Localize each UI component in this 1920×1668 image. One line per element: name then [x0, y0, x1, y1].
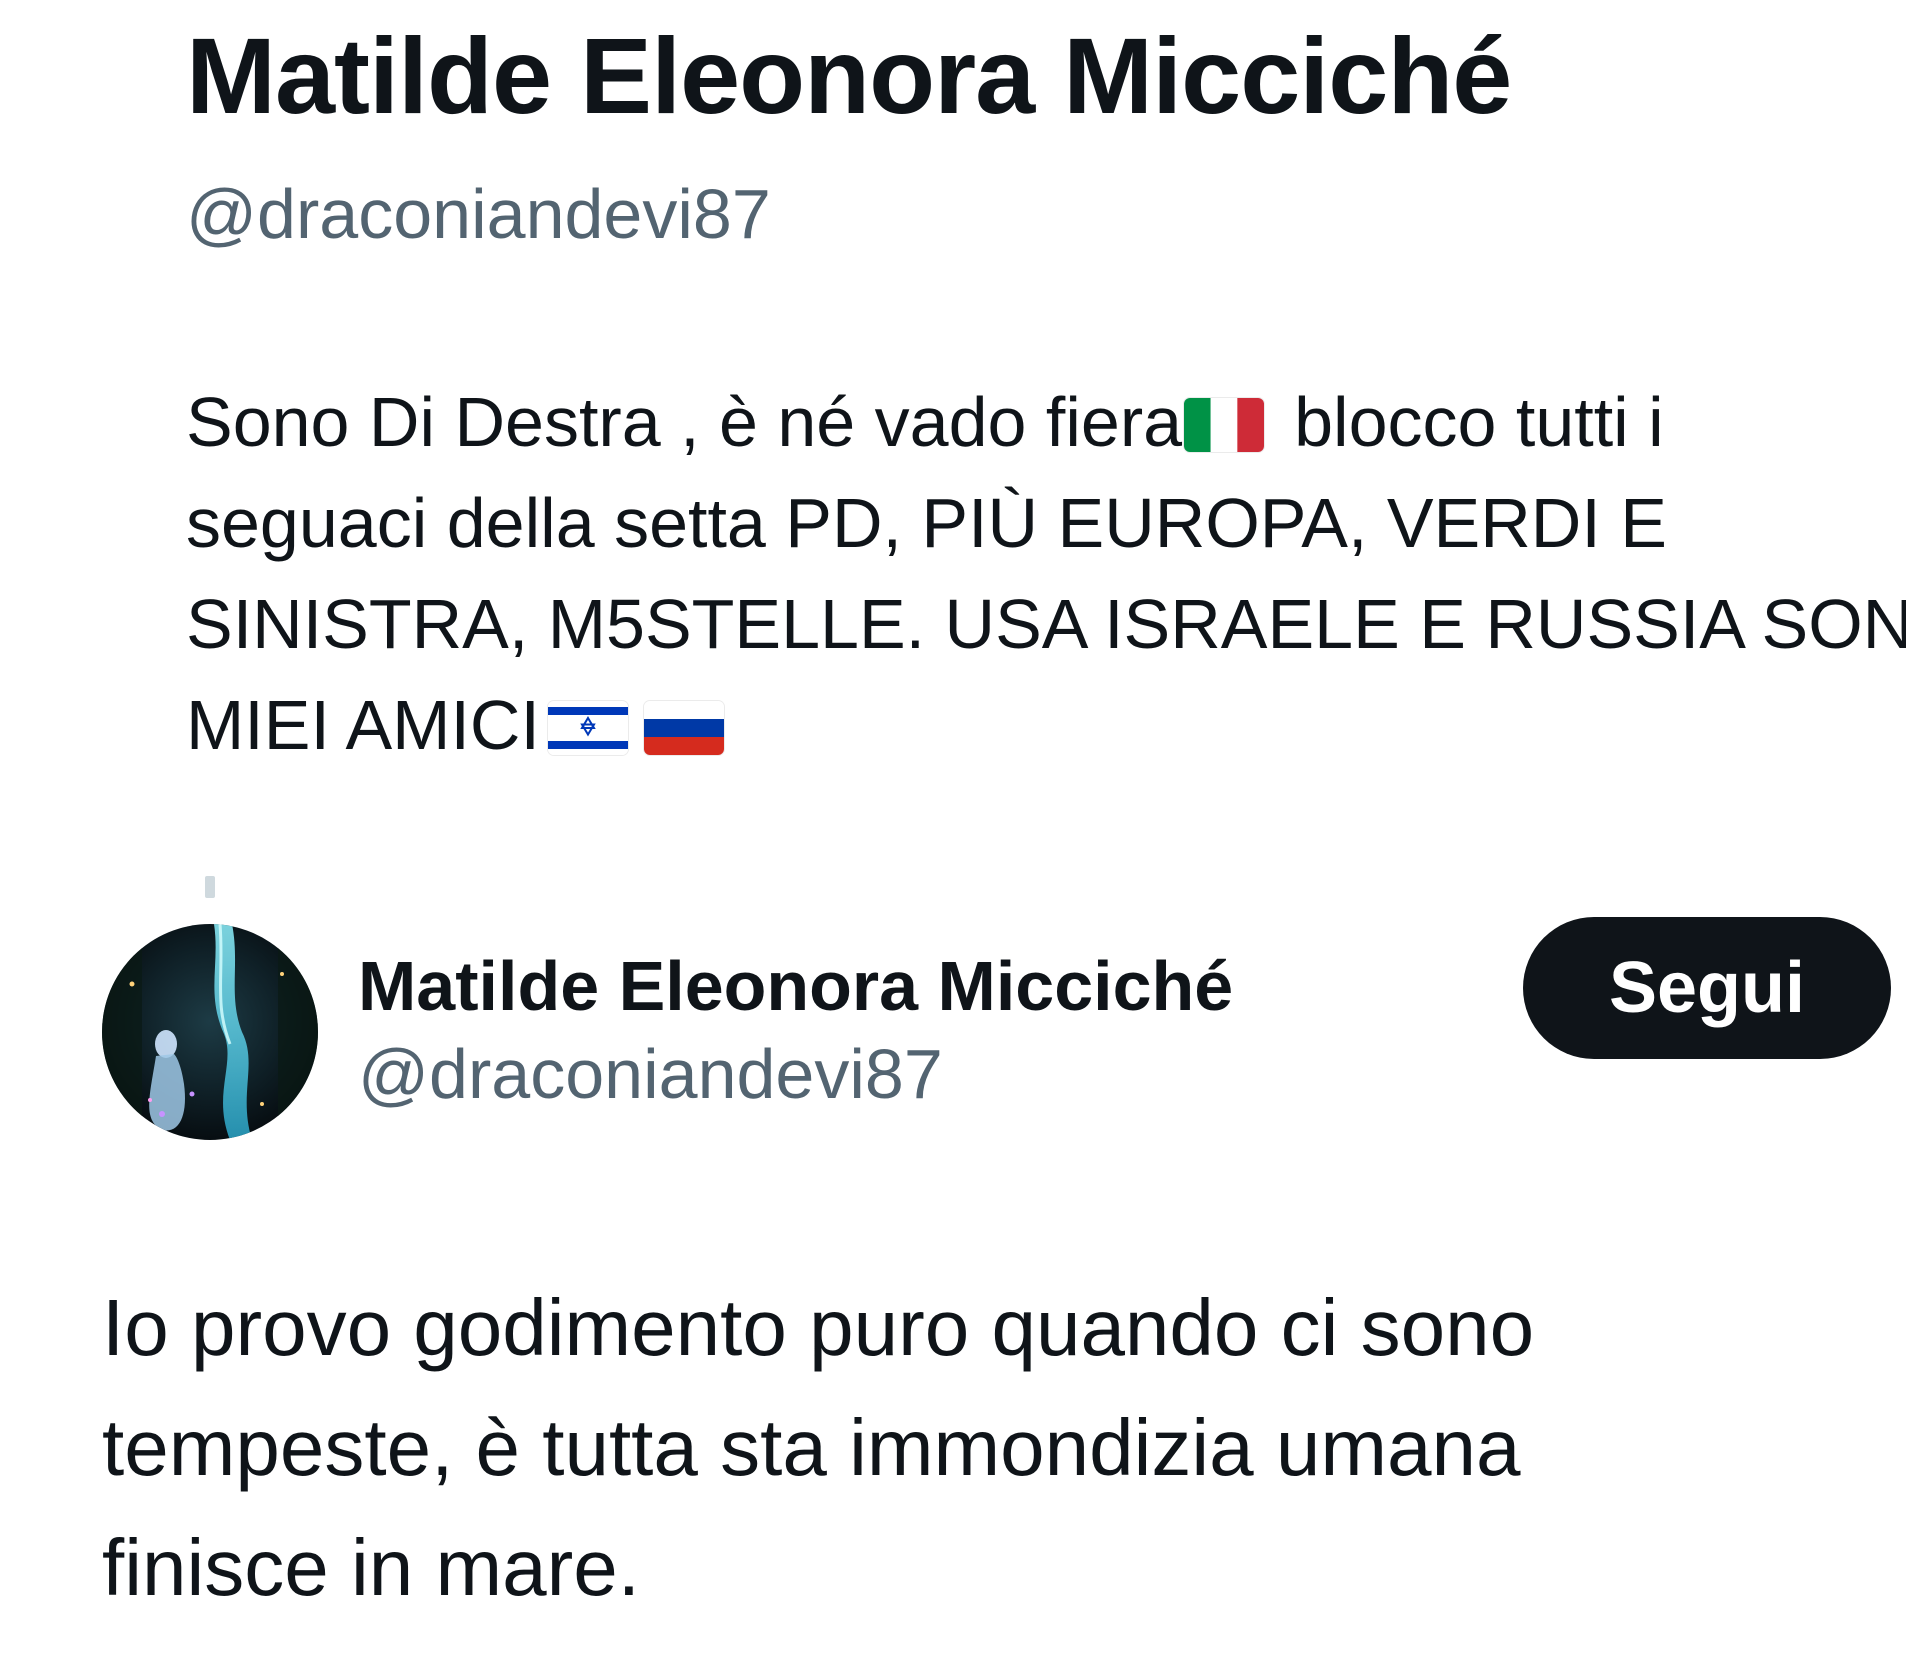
- flag-russia-icon: [643, 701, 724, 755]
- post-text-line: finisce in mare.: [102, 1523, 640, 1612]
- avatar[interactable]: [102, 924, 318, 1140]
- thread-connector: [205, 876, 215, 898]
- profile-handle[interactable]: @draconiandevi87: [186, 172, 771, 256]
- flag-israel-icon: [547, 701, 628, 755]
- post-text-line: Io provo godimento puro quando ci sono: [102, 1283, 1535, 1372]
- post-author-handle[interactable]: @draconiandevi87: [358, 1032, 943, 1116]
- bio-line-3: SINISTRA, M5STELLE. USA ISRAELE E RUSSIA…: [186, 574, 1906, 675]
- profile-bio: Sono Di Destra , è né vado fiera blocco t…: [186, 372, 1906, 776]
- flag-italy-icon: [1184, 398, 1265, 452]
- post-text: Io provo godimento puro quando ci sono t…: [102, 1268, 1882, 1628]
- bio-line-4: MIEI AMICI: [186, 675, 1906, 776]
- bio-line-2: seguaci della setta PD, PIÙ EUROPA, VERD…: [186, 473, 1906, 574]
- bio-text: Sono Di Destra , è né vado fiera: [186, 383, 1183, 461]
- post-text-line: tempeste, è tutta sta immondizia umana: [102, 1403, 1521, 1492]
- bio-text: seguaci della setta PD, PIÙ EUROPA, VERD…: [186, 484, 1667, 562]
- bio-line-1: Sono Di Destra , è né vado fiera blocco t…: [186, 372, 1906, 473]
- bio-text: blocco tutti i: [1294, 383, 1664, 461]
- post-author-name[interactable]: Matilde Eleonora Micciché: [358, 944, 1233, 1028]
- profile-display-name: Matilde Eleonora Micciché: [186, 15, 1512, 136]
- bio-text: SINISTRA, M5STELLE. USA ISRAELE E RUSSIA…: [186, 585, 1906, 663]
- bio-text: MIEI AMICI: [186, 686, 540, 764]
- follow-button[interactable]: Segui: [1523, 917, 1891, 1059]
